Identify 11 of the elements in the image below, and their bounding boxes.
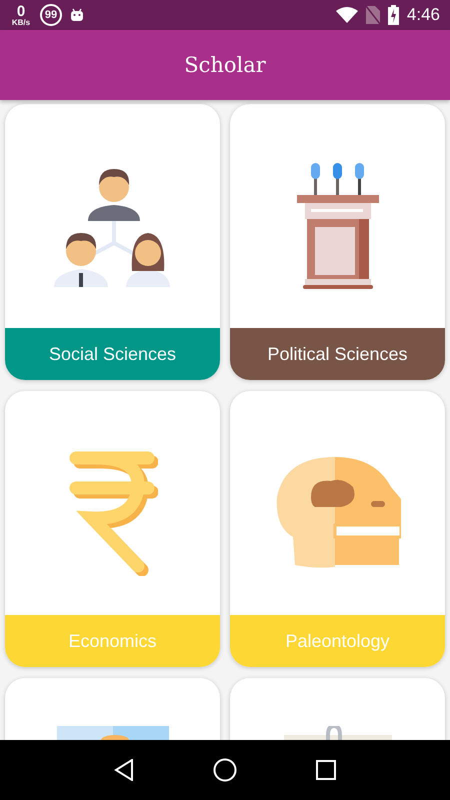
- category-card[interactable]: Political Sciences: [230, 104, 445, 380]
- category-label: Economics: [5, 615, 220, 667]
- network-speed-unit: KB/s: [12, 18, 30, 26]
- category-label: Social Sciences: [5, 328, 220, 380]
- category-label: Political Sciences: [230, 328, 445, 380]
- category-label: Paleontology: [230, 615, 445, 667]
- notification-count: 99: [40, 4, 62, 26]
- app-title: Scholar: [184, 53, 266, 77]
- clock-time: 4:46: [406, 5, 440, 25]
- network-speed-value: 0: [16, 4, 26, 18]
- category-card[interactable]: Social Sciences: [5, 104, 220, 380]
